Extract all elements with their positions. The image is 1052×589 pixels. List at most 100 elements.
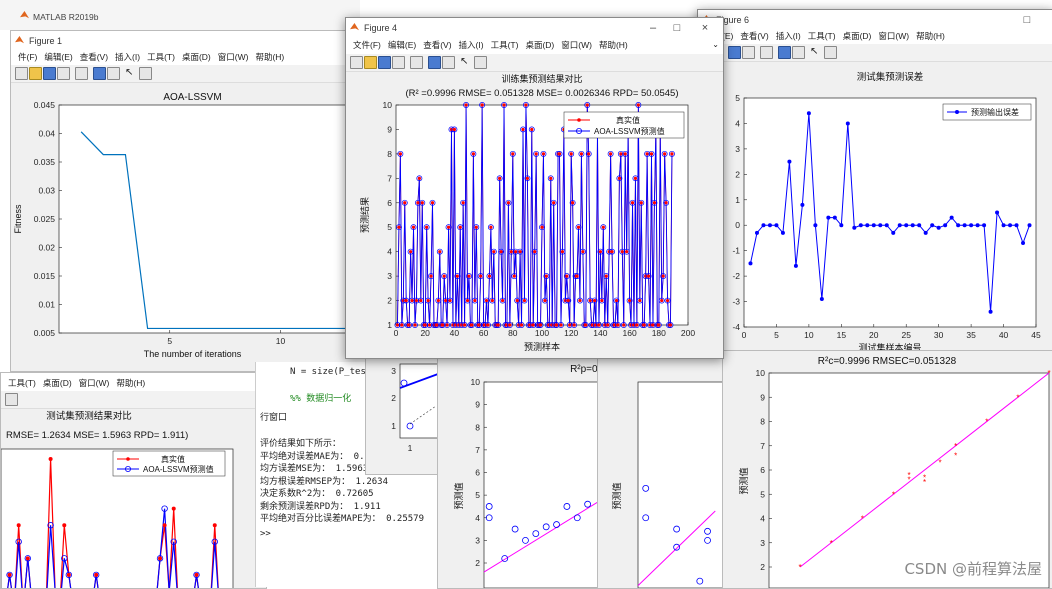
true-value-point	[479, 274, 483, 278]
y-tick-label: 0.025	[34, 214, 56, 224]
insert-legend-icon[interactable]	[442, 56, 455, 69]
menu-item-1[interactable]: 查看(V)	[740, 30, 768, 43]
save-icon[interactable]	[378, 56, 391, 69]
pointer-icon[interactable]: ↖	[125, 67, 136, 78]
x-axis-label: 预测样本	[524, 341, 560, 352]
menu-item-6[interactable]: 窗口(W)	[561, 39, 592, 52]
error-point	[969, 223, 974, 228]
menu-item-4[interactable]: 工具(T)	[491, 39, 519, 52]
menu-item-6[interactable]: 帮助(H)	[916, 30, 945, 43]
new-figure-icon[interactable]	[15, 67, 28, 80]
matlab-logo-icon	[20, 11, 29, 19]
test-compare-axes: 测试集预测结果对比 RMSE= 1.2634 MSE= 1.5963 RPD= 1…	[1, 410, 234, 588]
y-tick-label: 6	[760, 465, 765, 475]
figure6-titlebar[interactable]: Figure 6 □	[698, 10, 1052, 30]
true-value-point	[411, 225, 416, 229]
insert-legend-icon[interactable]	[792, 46, 805, 59]
error-point	[839, 223, 844, 228]
menu-item-3[interactable]: 插入(I)	[459, 39, 484, 52]
menu-item-1[interactable]: 桌面(D)	[43, 377, 72, 390]
link-plot-icon[interactable]	[75, 67, 88, 80]
save-icon[interactable]	[43, 67, 56, 80]
open-file-icon[interactable]	[364, 56, 377, 69]
error-point	[819, 297, 824, 302]
error-point	[995, 210, 1000, 215]
menu-item-3[interactable]: 插入(I)	[115, 51, 140, 64]
link-plot-icon[interactable]	[760, 46, 773, 59]
matlab-figure-icon	[15, 36, 24, 44]
x-tick-label: 25	[901, 330, 911, 340]
menu-item-7[interactable]: 帮助(H)	[255, 51, 284, 64]
insert-colorbar-icon[interactable]	[428, 56, 441, 69]
true-value-point	[549, 176, 553, 180]
menu-item-0[interactable]: 文件(F)	[353, 39, 381, 52]
true-value-point	[639, 201, 643, 205]
print-icon[interactable]	[742, 46, 755, 59]
menu-item-5[interactable]: 桌面(D)	[525, 39, 554, 52]
new-figure-icon[interactable]	[350, 56, 363, 69]
x-tick-label: 120	[564, 328, 578, 338]
menu-item-7[interactable]: 帮助(H)	[599, 39, 628, 52]
true-value-point	[486, 323, 490, 327]
editor-comment-line: %% 数据归一化	[290, 394, 352, 404]
menu-item-4[interactable]: 工具(T)	[147, 51, 175, 64]
menu-item-0[interactable]: 件(F)	[18, 51, 37, 64]
menu-item-5[interactable]: 桌面(D)	[182, 51, 211, 64]
close-button[interactable]: ×	[695, 18, 715, 38]
pointer-icon[interactable]: ↖	[460, 56, 471, 67]
y-tick-label: 3	[387, 271, 392, 281]
error-point	[891, 230, 896, 235]
maximize-button[interactable]: □	[1017, 10, 1037, 30]
menu-item-4[interactable]: 桌面(D)	[843, 30, 872, 43]
y-tick-label: 5	[735, 93, 740, 103]
error-point	[1008, 223, 1013, 228]
figure1-titlebar[interactable]: Figure 1	[11, 31, 366, 51]
print-icon[interactable]	[57, 67, 70, 80]
maximize-button[interactable]: □	[667, 18, 687, 38]
save-icon[interactable]	[728, 46, 741, 59]
error-point	[871, 223, 876, 228]
minimize-button[interactable]: –	[643, 18, 663, 38]
rp-scatter-axes: R²p=0.8 10 9 8 7 6 5 4 3 2 预测值	[453, 364, 598, 588]
y-tick-label: 4	[475, 513, 480, 523]
menu-item-1[interactable]: 编辑(E)	[388, 39, 416, 52]
error-point	[936, 225, 941, 230]
rp-scatter-window: R²p=0.8 10 9 8 7 6 5 4 3 2 预测值	[437, 355, 599, 589]
data-point: *	[907, 471, 910, 480]
true-value-point	[417, 176, 421, 180]
property-editor-icon[interactable]	[824, 46, 837, 59]
true-value-point	[444, 298, 448, 303]
menu-item-3[interactable]: 工具(T)	[808, 30, 836, 43]
true-value-point	[171, 506, 176, 511]
menu-item-0[interactable]: 工具(T)	[8, 377, 36, 390]
menu-item-3[interactable]: 帮助(H)	[116, 377, 145, 390]
open-file-icon[interactable]	[29, 67, 42, 80]
true-value-point	[534, 152, 538, 156]
figure4-titlebar[interactable]: Figure 4 – □ ×	[346, 18, 723, 38]
menu-item-2[interactable]: 查看(V)	[423, 39, 451, 52]
error-point	[988, 309, 993, 314]
link-plot-icon[interactable]	[410, 56, 423, 69]
y-tick-label: 9	[475, 400, 480, 410]
menu-item-2[interactable]: 查看(V)	[80, 51, 108, 64]
true-value-point	[568, 323, 572, 327]
y-tick-label: 0.03	[38, 186, 55, 196]
print-icon[interactable]	[392, 56, 405, 69]
menubar-overflow-icon[interactable]: ⌄	[712, 40, 719, 49]
pointer-icon[interactable]: ↖	[810, 46, 821, 57]
insert-legend-icon[interactable]	[107, 67, 120, 80]
error-point	[845, 121, 850, 126]
y-tick-label: -3	[732, 297, 740, 307]
menu-item-2[interactable]: 插入(I)	[776, 30, 801, 43]
command-prompt[interactable]: >>	[260, 528, 271, 541]
menu-item-1[interactable]: 编辑(E)	[44, 51, 72, 64]
menu-item-2[interactable]: 窗口(W)	[79, 377, 110, 390]
property-editor-icon[interactable]	[139, 67, 152, 80]
property-editor-icon[interactable]	[5, 393, 18, 406]
insert-colorbar-icon[interactable]	[93, 67, 106, 80]
menu-item-6[interactable]: 窗口(W)	[218, 51, 249, 64]
y-tick-label: 3	[475, 535, 480, 545]
menu-item-5[interactable]: 窗口(W)	[878, 30, 909, 43]
insert-colorbar-icon[interactable]	[778, 46, 791, 59]
property-editor-icon[interactable]	[474, 56, 487, 69]
